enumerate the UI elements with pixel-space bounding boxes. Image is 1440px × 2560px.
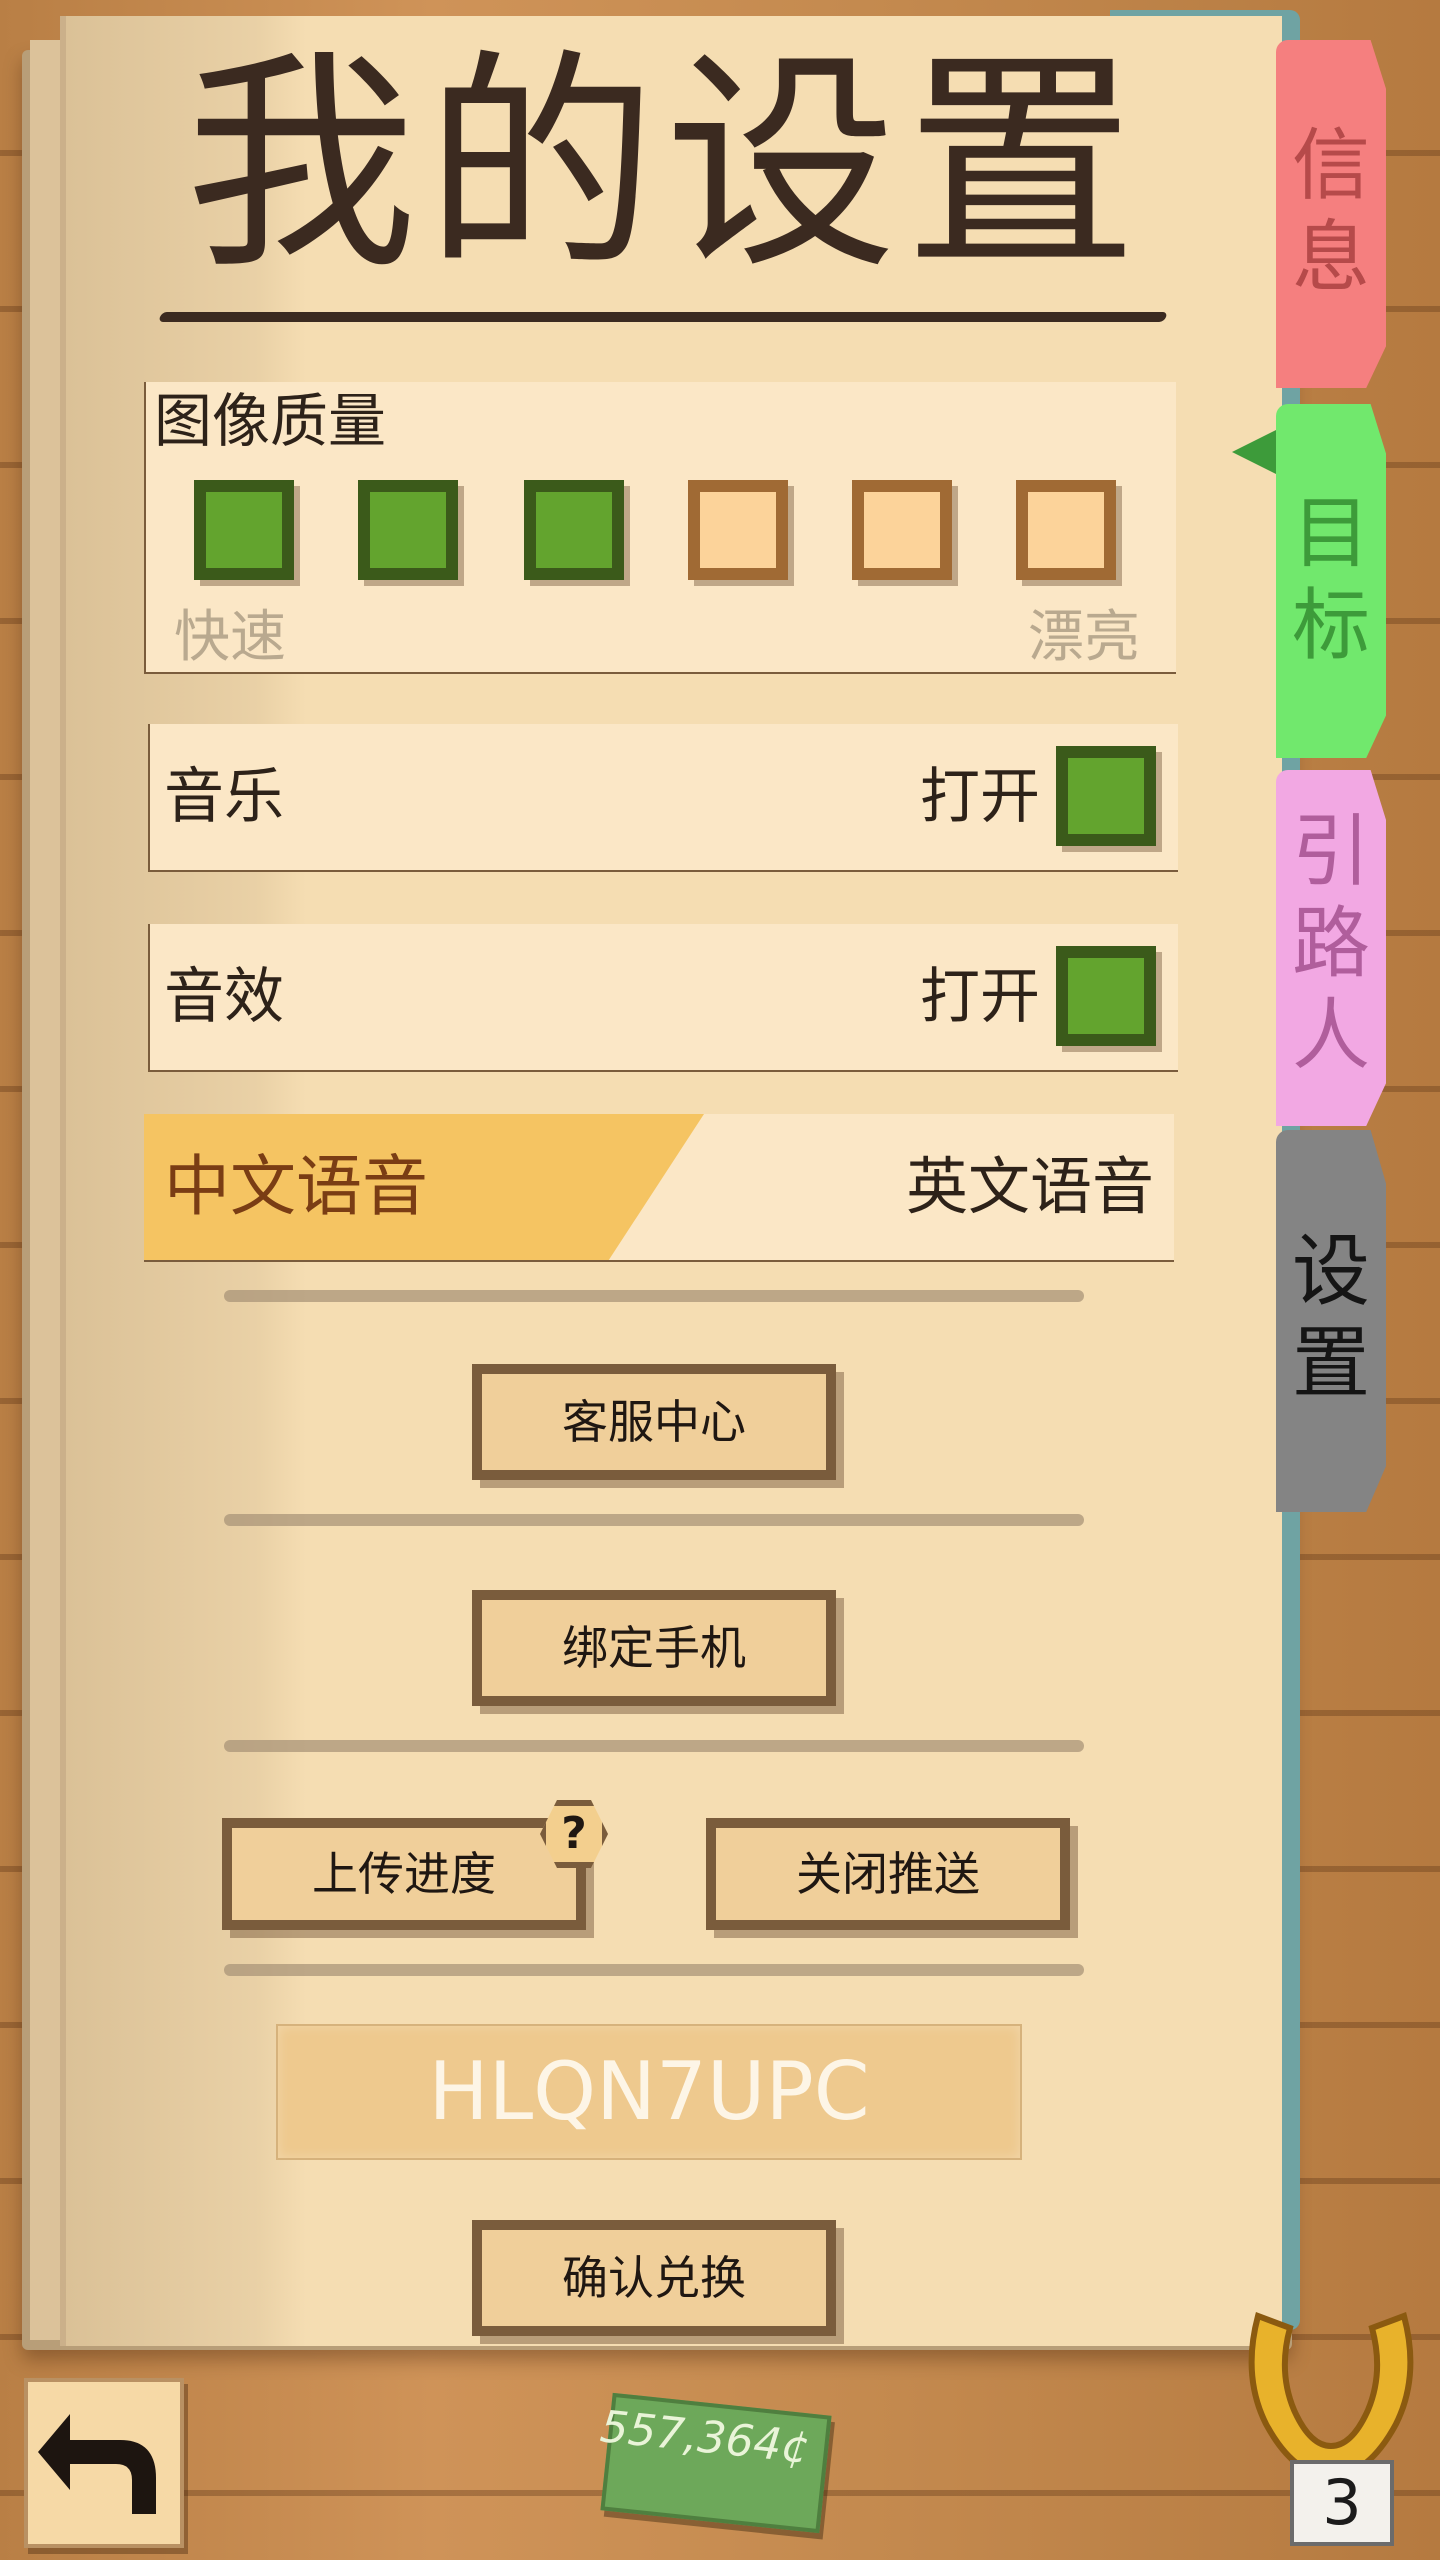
tab-settings[interactable]: 设置: [1276, 1130, 1386, 1512]
music-state-label: 打开: [920, 762, 1040, 832]
graphics-quality-label: 图像质量: [154, 387, 387, 455]
quality-level-3[interactable]: [524, 480, 624, 580]
upload-progress-button[interactable]: 上传进度: [222, 1818, 586, 1930]
quality-fast-label: 快速: [174, 605, 286, 670]
customer-support-button[interactable]: 客服中心: [472, 1364, 836, 1480]
sound-toggle[interactable]: [1056, 946, 1156, 1046]
confirm-redeem-button[interactable]: 确认兑换: [472, 2220, 836, 2336]
quality-level-4[interactable]: [688, 480, 788, 580]
redeem-code-field[interactable]: HLQN7UPC: [276, 2024, 1022, 2160]
sound-state-label: 打开: [920, 962, 1040, 1032]
horseshoe-count: 3: [1290, 2460, 1394, 2546]
tab-info-label: 信息: [1291, 121, 1370, 303]
music-toggle[interactable]: [1056, 746, 1156, 846]
divider: [224, 1514, 1084, 1526]
tab-guide-label: 引路人: [1291, 807, 1370, 1081]
tab-guide[interactable]: 引路人: [1276, 770, 1386, 1126]
quality-level-5[interactable]: [852, 480, 952, 580]
quality-level-1[interactable]: [194, 480, 294, 580]
quality-pretty-label: 漂亮: [1028, 605, 1140, 670]
tab-goal-label: 目标: [1291, 489, 1370, 671]
sound-label: 音效: [164, 962, 284, 1032]
tab-goal[interactable]: 目标: [1276, 404, 1386, 758]
tab-settings-label: 设置: [1291, 1227, 1370, 1409]
divider: [224, 1290, 1084, 1302]
quality-level-2[interactable]: [358, 480, 458, 580]
tab-info[interactable]: 信息: [1276, 40, 1386, 388]
music-label: 音乐: [164, 762, 284, 832]
title-underline: [158, 312, 1168, 322]
tab-pointer-icon: [1232, 430, 1276, 474]
page-title: 我的设置: [184, 30, 1145, 300]
disable-push-button[interactable]: 关闭推送: [706, 1818, 1070, 1930]
back-arrow-icon: [38, 2414, 156, 2514]
divider: [224, 1740, 1084, 1752]
back-button[interactable]: [24, 2378, 184, 2548]
bind-phone-button[interactable]: 绑定手机: [472, 1590, 836, 1706]
quality-level-6[interactable]: [1016, 480, 1116, 580]
voice-chinese-option[interactable]: 中文语音: [164, 1114, 428, 1260]
divider: [224, 1964, 1084, 1976]
voice-english-option[interactable]: 英文语音: [906, 1114, 1154, 1260]
